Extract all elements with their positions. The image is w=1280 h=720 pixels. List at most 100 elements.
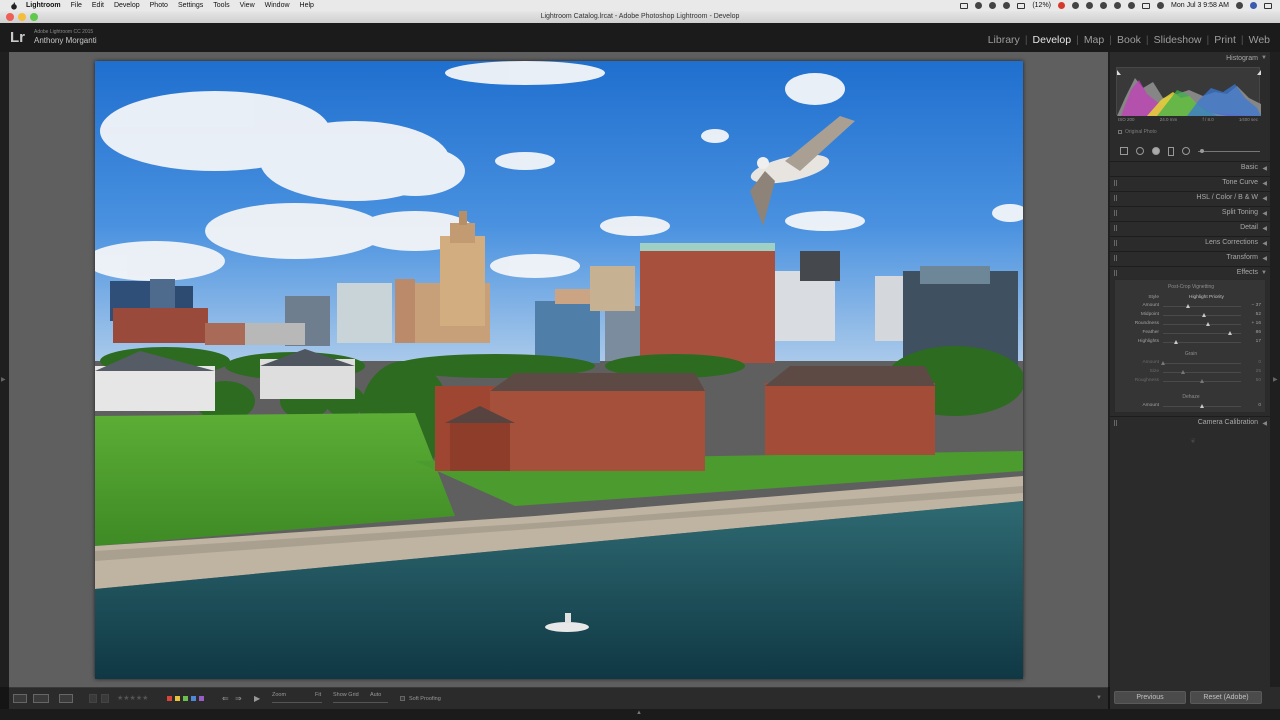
status-icon[interactable]: [975, 2, 983, 9]
minimize-window-button[interactable]: [18, 13, 26, 21]
volume-icon[interactable]: [1157, 2, 1165, 9]
menu-tools[interactable]: Tools: [213, 0, 229, 11]
panel-effects-collapse-icon[interactable]: ▼: [1261, 270, 1267, 276]
menu-help[interactable]: Help: [300, 0, 314, 11]
menu-develop[interactable]: Develop: [114, 0, 140, 11]
histogram-header[interactable]: Histogram: [1110, 54, 1270, 64]
panel-switch-icon[interactable]: [1114, 240, 1117, 246]
slider-value[interactable]: 0: [1241, 403, 1261, 408]
module-map[interactable]: Map: [1080, 34, 1108, 46]
flag-pick-icon[interactable]: [89, 694, 97, 703]
close-window-button[interactable]: [6, 13, 14, 21]
previous-button[interactable]: Previous: [1114, 691, 1186, 704]
panel-camera-calibration-expand-icon[interactable]: ◀: [1262, 420, 1267, 427]
adjustment-brush-slider[interactable]: [1198, 148, 1260, 153]
display-icon[interactable]: [960, 2, 969, 9]
panel-switch-icon[interactable]: [1114, 270, 1117, 276]
spot-removal-icon[interactable]: [1136, 147, 1144, 155]
record-icon[interactable]: [1058, 2, 1066, 9]
zoom-window-button[interactable]: [30, 13, 38, 21]
expand-filmstrip-icon[interactable]: ▲: [636, 710, 642, 716]
slider-knob-icon[interactable]: [1174, 340, 1179, 344]
status-icon[interactable]: [1072, 2, 1080, 9]
status-icon[interactable]: [1114, 2, 1122, 9]
panel-camera-calibration[interactable]: Camera Calibration ◀: [1110, 416, 1270, 430]
zoom-slider[interactable]: [272, 702, 322, 703]
next-photo-icon[interactable]: ⇒: [235, 694, 242, 703]
loupe-view-button[interactable]: [13, 694, 27, 703]
slider-value[interactable]: 25: [1241, 369, 1261, 374]
panel-switch-icon[interactable]: [1114, 255, 1117, 261]
slider-knob-icon[interactable]: [1200, 404, 1204, 408]
reset-button[interactable]: Reset (Adobe): [1190, 691, 1262, 704]
menu-settings[interactable]: Settings: [178, 0, 203, 11]
brush-slider-knob[interactable]: [1200, 148, 1204, 153]
red-eye-icon[interactable]: [1152, 147, 1160, 155]
radial-filter-icon[interactable]: [1182, 147, 1190, 155]
slider-track[interactable]: [1163, 363, 1241, 364]
collapse-histogram-icon[interactable]: ▼: [1261, 55, 1267, 61]
swap-before-after-button[interactable]: [59, 694, 73, 703]
panel-transform[interactable]: Transform ◀: [1110, 251, 1270, 265]
star-rating[interactable]: ★★★★★: [117, 694, 148, 702]
list-icon[interactable]: [1264, 2, 1272, 9]
status-icon[interactable]: [1128, 2, 1136, 9]
slider-knob-icon[interactable]: [1185, 304, 1190, 308]
apple-icon[interactable]: [10, 1, 18, 10]
slider-track[interactable]: [1163, 372, 1241, 373]
siri-icon[interactable]: [1250, 2, 1257, 9]
slider-knob-icon[interactable]: [1180, 370, 1185, 374]
slider-track[interactable]: [1163, 324, 1241, 325]
panel-switch-icon[interactable]: [1114, 180, 1117, 186]
slider-knob-icon[interactable]: [1161, 361, 1165, 365]
original-photo-toggle[interactable]: Original Photo: [1118, 129, 1157, 135]
filmstrip-collapsed[interactable]: ▲: [0, 709, 1280, 720]
panel-switch-icon[interactable]: [1114, 210, 1117, 216]
panel-tone-curve[interactable]: Tone Curve ◀: [1110, 176, 1270, 190]
show-grid-value[interactable]: Auto: [370, 692, 381, 698]
status-icon[interactable]: [1100, 2, 1108, 9]
status-icon[interactable]: [989, 2, 997, 9]
menu-window[interactable]: Window: [265, 0, 290, 11]
graduated-filter-icon[interactable]: [1168, 146, 1174, 156]
crop-tool-icon[interactable]: [1120, 147, 1128, 155]
expand-left-panel-icon[interactable]: ▶: [1, 376, 6, 383]
menu-photo[interactable]: Photo: [150, 0, 168, 11]
panel-detail[interactable]: Detail ◀: [1110, 221, 1270, 235]
color-label-green[interactable]: [183, 696, 188, 701]
panel-tone-curve-expand-icon[interactable]: ◀: [1262, 180, 1267, 187]
slider-knob-icon[interactable]: [1228, 331, 1233, 335]
left-panel-collapsed[interactable]: ▶: [0, 52, 9, 687]
zoom-value[interactable]: Fit: [315, 692, 321, 698]
module-library[interactable]: Library: [984, 34, 1024, 46]
menu-lightroom[interactable]: Lightroom: [26, 0, 61, 11]
slider-track[interactable]: [1163, 306, 1241, 307]
play-slideshow-icon[interactable]: ▶: [254, 694, 260, 703]
right-panel-scroll[interactable]: ▶: [1270, 52, 1280, 687]
panel-split-toning[interactable]: Split Toning ◀: [1110, 206, 1270, 220]
panel-basic-expand-icon[interactable]: ◀: [1262, 165, 1267, 172]
panel-switch-icon[interactable]: [1114, 225, 1117, 231]
slider-value[interactable]: + 16: [1241, 321, 1261, 326]
panel-detail-expand-icon[interactable]: ◀: [1262, 225, 1267, 232]
panel-split-toning-expand-icon[interactable]: ◀: [1262, 210, 1267, 217]
menu-edit[interactable]: Edit: [92, 0, 104, 11]
panel-effects[interactable]: Effects ▼: [1110, 266, 1270, 280]
module-print[interactable]: Print: [1210, 34, 1240, 46]
slider-value[interactable]: 86: [1241, 330, 1261, 335]
color-label-yellow[interactable]: [175, 696, 180, 701]
wifi-icon[interactable]: [1142, 2, 1151, 9]
color-label-blue[interactable]: [191, 696, 196, 701]
slider-value[interactable]: 50: [1241, 378, 1261, 383]
module-develop[interactable]: Develop: [1029, 34, 1076, 46]
slider-value[interactable]: 52: [1241, 312, 1261, 317]
slider-knob-icon[interactable]: [1201, 313, 1206, 317]
original-photo-checkbox[interactable]: [1118, 130, 1122, 134]
photo-preview[interactable]: [95, 61, 1023, 679]
color-label-red[interactable]: [167, 696, 172, 701]
panel-switch-icon[interactable]: [1114, 420, 1117, 426]
panel-lens-corrections-expand-icon[interactable]: ◀: [1262, 240, 1267, 247]
flag-reject-icon[interactable]: [101, 694, 109, 703]
slider-knob-icon[interactable]: [1200, 379, 1204, 383]
menu-view[interactable]: View: [240, 0, 255, 11]
